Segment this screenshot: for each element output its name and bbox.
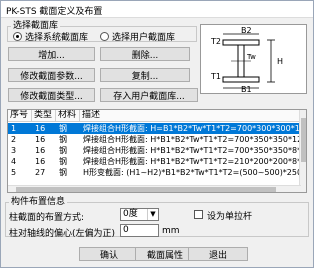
row-no: 5	[11, 168, 17, 177]
b2-label: B2	[241, 26, 252, 35]
angle-label: 柱截面的布置方式:	[9, 213, 85, 223]
window-title: PK-STS 截面定义及布置	[6, 7, 103, 17]
section-row[interactable]: 5 27 钢 H形变截面: (H1~H2)*B1*B2*Tw*T1*T2=(50…	[8, 167, 302, 178]
section-row[interactable]: 1 16 钢 焊接组合H形截面: H=B1*B2*Tw*T1*T2=700*30…	[8, 123, 302, 134]
row-material: 钢	[59, 157, 67, 166]
row-desc: 焊接组合H形截面: H=B1*B2*Tw*T1*T2=700*300*300*1…	[83, 124, 302, 133]
radio-system-label: 选择系统截面库	[25, 33, 89, 43]
col-material-header[interactable]: 材料	[56, 110, 80, 122]
offset-input[interactable]: 0	[120, 224, 159, 237]
row-type: 16	[35, 135, 46, 144]
row-no: 1	[11, 124, 17, 133]
section-properties-button[interactable]: 截面属性	[135, 247, 195, 261]
radio-system-dot[interactable]	[13, 32, 22, 41]
t2-label: T2	[210, 37, 221, 46]
h-label: H	[277, 57, 283, 66]
delete-button[interactable]: 删除...	[100, 47, 190, 61]
radio-user-label: 选择用户截面库	[112, 33, 176, 43]
chevron-down-icon[interactable]: ▼	[147, 209, 158, 220]
tw-label: Tw	[246, 53, 256, 61]
member-layout-group-label: 构件布置信息	[9, 197, 68, 207]
col-desc-header[interactable]: 描述	[80, 110, 302, 122]
row-no: 4	[11, 157, 17, 166]
angle-select[interactable]: 0度 ▼	[120, 208, 159, 221]
add-button[interactable]: 增加...	[8, 47, 95, 61]
offset-label: 柱对轴线的偏心(左偏为正)	[9, 229, 116, 239]
row-desc: 焊接组合H形截面: H*B1*B2*Tw*T1*T2=210*200*200*8…	[83, 157, 302, 166]
row-desc: H形变截面: (H1~H2)*B1*B2*Tw*T1*T2=(500~500)*…	[83, 168, 302, 177]
section-list-vertical-scrollbar[interactable]	[299, 110, 306, 192]
save-to-user-lib-button[interactable]: 存入用户截面库...	[100, 88, 198, 102]
h-section-diagram: B2 T2 Tw H T1 B1	[210, 26, 283, 94]
offset-unit: mm	[162, 226, 180, 236]
title-bar: PK-STS 截面定义及布置	[1, 1, 313, 18]
section-preview: B2 T2 Tw H T1 B1	[200, 24, 307, 94]
row-material: 钢	[59, 168, 67, 177]
section-row[interactable]: 2 16 钢 焊接组合H形截面: H*B1*B2*Tw*T1*T2=700*35…	[8, 134, 302, 145]
row-desc: 焊接组合H形截面: H*B1*B2*Tw*T1*T2=700*350*350*1…	[83, 135, 302, 144]
section-list[interactable]: 序号 类型 材料 描述 1 16 钢 焊接组合H形截面: H=B1*B2*Tw*…	[7, 109, 307, 193]
col-type-header[interactable]: 类型	[32, 110, 56, 122]
b1-label: B1	[241, 85, 252, 93]
row-type: 16	[35, 157, 46, 166]
modify-type-button[interactable]: 修改截面类型...	[8, 88, 95, 102]
row-type: 16	[35, 146, 46, 155]
row-material: 钢	[59, 135, 67, 144]
ok-button[interactable]: 确认	[79, 247, 139, 261]
col-no-header[interactable]: 序号	[8, 110, 32, 122]
t1-label: T1	[210, 72, 221, 81]
section-row[interactable]: 3 16 钢 焊接组合H形截面: H*B1*B2*Tw*T1*T2=700*35…	[8, 145, 302, 156]
modify-params-button[interactable]: 修改截面参数...	[8, 68, 95, 82]
single-bar-label: 设为单拉杆	[207, 212, 253, 222]
radio-user-library[interactable]: 选择用户截面库	[100, 30, 175, 43]
section-row[interactable]: 4 16 钢 焊接组合H形截面: H*B1*B2*Tw*T1*T2=210*20…	[8, 156, 302, 167]
vertical-scroll-thumb[interactable]	[301, 118, 306, 162]
row-no: 3	[11, 146, 17, 155]
row-material: 钢	[59, 146, 67, 155]
angle-select-value: 0度	[123, 209, 138, 219]
copy-button[interactable]: 复制...	[100, 68, 190, 82]
offset-input-value: 0	[123, 225, 129, 235]
section-list-horizontal-scrollbar[interactable]	[8, 185, 301, 192]
exit-button[interactable]: 退出	[188, 247, 248, 261]
row-no: 2	[11, 135, 17, 144]
radio-system-library[interactable]: 选择系统截面库	[13, 30, 88, 43]
row-material: 钢	[59, 124, 67, 133]
row-type: 16	[35, 124, 46, 133]
horizontal-scroll-thumb[interactable]	[16, 187, 276, 192]
section-definition-dialog: PK-STS 截面定义及布置 选择截面库 选择系统截面库 选择用户截面库 增加.…	[0, 0, 314, 268]
single-bar-checkbox[interactable]	[194, 210, 203, 219]
row-desc: 焊接组合H形截面: H*B1*B2*Tw*T1*T2=700*350*350*8…	[83, 146, 302, 155]
section-list-header: 序号 类型 材料 描述	[8, 110, 306, 122]
radio-user-dot[interactable]	[100, 32, 109, 41]
row-type: 27	[35, 168, 46, 177]
